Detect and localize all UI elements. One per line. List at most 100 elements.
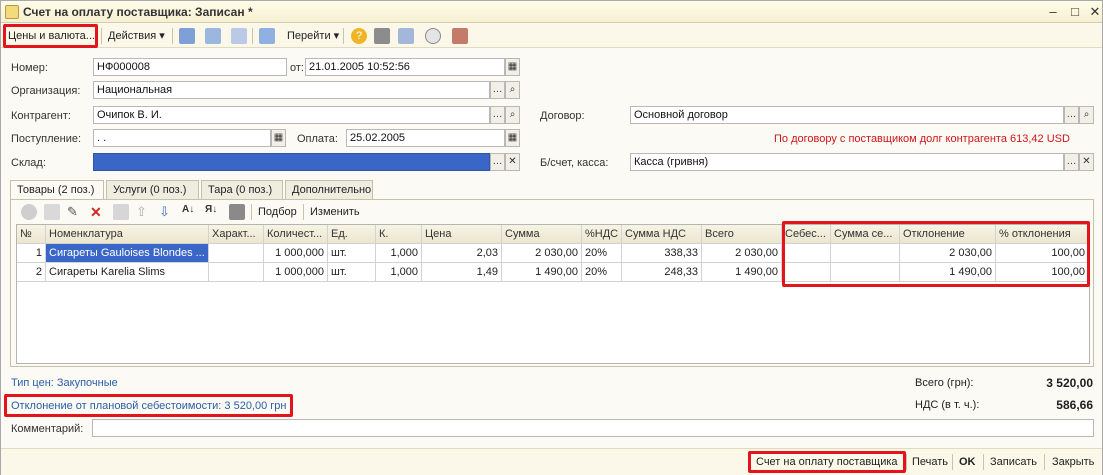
organization-field[interactable]: Национальная xyxy=(93,81,490,99)
date-field[interactable]: 21.01.2005 10:52:56 xyxy=(305,58,505,76)
warehouse-select-button[interactable]: … xyxy=(490,153,505,171)
fill-icon[interactable] xyxy=(229,204,245,220)
tab-additional[interactable]: Дополнительно xyxy=(285,180,373,200)
structure-icon[interactable] xyxy=(398,28,414,44)
column-header[interactable]: Всего xyxy=(702,225,782,244)
contractor-select-button[interactable]: … xyxy=(490,106,505,124)
contract-field[interactable]: Основной договор xyxy=(630,106,1064,124)
sum-cell[interactable]: 1 490,00 xyxy=(502,263,582,282)
close-icon[interactable]: ✕ xyxy=(1087,4,1103,20)
refresh-icon[interactable] xyxy=(205,28,221,44)
add-row-icon[interactable] xyxy=(21,204,37,220)
contract-search-icon[interactable]: ⌕ xyxy=(1079,106,1094,124)
help-icon[interactable]: ? xyxy=(351,28,367,44)
end-edit-icon[interactable] xyxy=(113,204,129,220)
tab-services[interactable]: Услуги (0 поз.) xyxy=(106,180,199,200)
account-field[interactable]: Касса (гривня) xyxy=(630,153,1064,171)
close-button[interactable]: Закрыть xyxy=(1052,456,1094,468)
total-cell[interactable]: 1 490,00 xyxy=(702,263,782,282)
column-header[interactable]: Количест... xyxy=(264,225,328,244)
quantity-cell[interactable]: 1 000,000 xyxy=(264,263,328,282)
tab-goods[interactable]: Товары (2 поз.) xyxy=(10,180,104,201)
toolbar-separator xyxy=(906,454,907,470)
actions-menu-button[interactable]: Действия ▾ xyxy=(108,27,165,45)
price-cell[interactable]: 2,03 xyxy=(422,244,502,263)
calendar-button[interactable]: ▦ xyxy=(505,58,520,76)
enter-on-basis-icon[interactable] xyxy=(259,28,275,44)
toolbar-separator xyxy=(1044,454,1045,470)
comment-field[interactable] xyxy=(92,419,1094,437)
bottom-action-bar: Счет на оплату поставщика Печать OK Запи… xyxy=(1,448,1102,475)
column-header[interactable]: К. xyxy=(376,225,422,244)
minimize-icon[interactable]: – xyxy=(1045,4,1061,20)
column-header[interactable]: %НДС xyxy=(582,225,622,244)
vat-label: НДС (в т. ч.): xyxy=(915,399,980,411)
receipt-date-field[interactable]: . . xyxy=(93,129,271,147)
column-header[interactable]: Номенклатура xyxy=(46,225,209,244)
column-header[interactable]: Ед. xyxy=(328,225,376,244)
warehouse-clear-icon[interactable]: ✕ xyxy=(505,153,520,171)
contractor-field[interactable]: Очипок В. И. xyxy=(93,106,490,124)
toolbar-separator xyxy=(172,28,173,44)
sum-cell[interactable]: 2 030,00 xyxy=(502,244,582,263)
move-up-icon[interactable]: ⇧ xyxy=(136,204,152,220)
goto-menu-button[interactable]: Перейти ▾ xyxy=(287,27,339,45)
sort-ascending-icon[interactable]: A↓ xyxy=(182,204,198,220)
print-button[interactable]: Печать xyxy=(912,456,948,468)
organization-select-button[interactable]: … xyxy=(490,81,505,99)
characteristic-cell[interactable] xyxy=(209,263,264,282)
vat-sum-cell[interactable]: 338,33 xyxy=(622,244,702,263)
contractor-search-icon[interactable]: ⌕ xyxy=(505,106,520,124)
change-button[interactable]: Изменить xyxy=(310,203,360,221)
delete-row-icon[interactable]: ✕ xyxy=(90,204,106,220)
organization-search-icon[interactable]: ⌕ xyxy=(505,81,520,99)
account-clear-icon[interactable]: ✕ xyxy=(1079,153,1094,171)
unit-cell[interactable]: шт. xyxy=(328,263,376,282)
unit-cell[interactable]: шт. xyxy=(328,244,376,263)
toolbar-separator xyxy=(251,204,252,220)
nomenclature-cell[interactable]: Сигареты Gauloises Blondes ... xyxy=(46,244,209,263)
report-icon[interactable] xyxy=(452,28,468,44)
price-type-link[interactable]: Тип цен: Закупочные xyxy=(11,377,118,389)
coefficient-cell[interactable]: 1,000 xyxy=(376,244,422,263)
price-cell[interactable]: 1,49 xyxy=(422,263,502,282)
number-label: Номер: xyxy=(11,62,48,74)
quantity-cell[interactable]: 1 000,000 xyxy=(264,244,328,263)
column-header[interactable]: Сумма xyxy=(502,225,582,244)
column-header[interactable]: Сумма НДС xyxy=(622,225,702,244)
tab-containers[interactable]: Тара (0 поз.) xyxy=(201,180,283,200)
toolbar-separator xyxy=(983,454,984,470)
post-document-icon[interactable] xyxy=(179,28,195,44)
sort-descending-icon[interactable]: Я↓ xyxy=(205,204,221,220)
ok-button[interactable]: OK xyxy=(959,456,976,468)
total-cell[interactable]: 2 030,00 xyxy=(702,244,782,263)
number-field[interactable]: НФ000008 xyxy=(93,58,287,76)
move-down-icon[interactable]: ⇩ xyxy=(159,204,175,220)
payment-date-field[interactable]: 25.02.2005 xyxy=(346,129,505,147)
coefficient-cell[interactable]: 1,000 xyxy=(376,263,422,282)
save-button[interactable]: Записать xyxy=(990,456,1037,468)
copy-document-icon[interactable] xyxy=(231,28,247,44)
maximize-icon[interactable]: □ xyxy=(1067,4,1083,20)
receipt-label: Поступление: xyxy=(11,133,82,145)
vat-sum-cell[interactable]: 248,33 xyxy=(622,263,702,282)
copy-row-icon[interactable] xyxy=(44,204,60,220)
list-icon[interactable] xyxy=(374,28,390,44)
characteristic-cell[interactable] xyxy=(209,244,264,263)
receipt-calendar-button[interactable]: ▦ xyxy=(271,129,286,147)
vat-rate-cell[interactable]: 20% xyxy=(582,263,622,282)
debt-info-text: По договору с поставщиком долг контраген… xyxy=(774,133,1070,145)
clock-icon[interactable] xyxy=(425,28,441,44)
column-header[interactable]: Цена xyxy=(422,225,502,244)
vat-rate-cell[interactable]: 20% xyxy=(582,244,622,263)
column-header[interactable]: № xyxy=(17,225,46,244)
payment-calendar-button[interactable]: ▦ xyxy=(505,129,520,147)
contract-select-button[interactable]: … xyxy=(1064,106,1079,124)
account-select-button[interactable]: … xyxy=(1064,153,1079,171)
warehouse-field[interactable] xyxy=(93,153,490,171)
nomenclature-cell[interactable]: Сигареты Karelia Slims xyxy=(46,263,209,282)
select-button[interactable]: Подбор xyxy=(258,203,297,221)
edit-row-icon[interactable]: ✎ xyxy=(67,204,83,220)
column-header[interactable]: Характ... xyxy=(209,225,264,244)
toolbar-separator xyxy=(343,28,344,44)
